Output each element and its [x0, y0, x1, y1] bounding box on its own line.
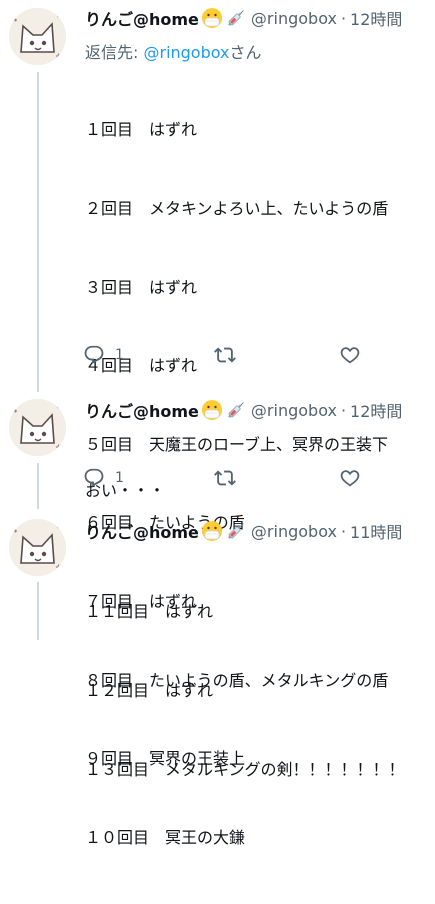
tweet-header: りんご@home @ringobox · 12時間 — [85, 397, 402, 423]
separator-dot: · — [340, 8, 347, 28]
display-name[interactable]: りんご@home — [85, 519, 199, 543]
avatar[interactable] — [9, 399, 66, 456]
cat-avatar-icon — [9, 8, 66, 65]
syringe-icon — [225, 7, 247, 29]
thread-connector-line — [37, 463, 39, 509]
cat-avatar-icon — [9, 519, 66, 576]
thread-connector-line — [37, 582, 39, 640]
reply-to-suffix: さん — [229, 43, 262, 62]
face-with-medical-mask-icon — [201, 520, 223, 542]
display-name[interactable]: りんご@home — [85, 6, 199, 30]
timestamp[interactable]: 12時間 — [350, 398, 402, 422]
face-with-medical-mask-icon — [201, 7, 223, 29]
tweet-header: りんご@home @ringobox · 12時間 — [85, 5, 402, 31]
reply-to-line: 返信先: @ringoboxさん — [85, 39, 262, 63]
tweet-text-line: １回目 はずれ — [85, 120, 198, 140]
tweet-actions: 1 — [83, 467, 361, 489]
separator-dot: · — [340, 521, 347, 541]
mention-link[interactable]: @ringobox — [143, 43, 229, 62]
reply-count: 1 — [115, 347, 124, 363]
separator-dot: · — [340, 400, 347, 420]
avatar[interactable] — [9, 8, 66, 65]
retweet-button[interactable] — [214, 344, 339, 366]
tweet-text: １１回目 はずれ １２回目 はずれ １３回目 メタルキングの剣！！！！！！！ — [85, 547, 405, 835]
reply-icon — [84, 345, 104, 364]
like-icon — [340, 347, 360, 364]
face-with-medical-mask-icon — [201, 399, 223, 421]
retweet-icon — [214, 470, 236, 486]
tweet-text-line: １２回目 はずれ — [85, 681, 214, 701]
reply-to-prefix: 返信先: — [85, 43, 144, 62]
syringe-icon — [225, 399, 247, 421]
timestamp[interactable]: 11時間 — [350, 519, 402, 543]
like-icon — [340, 470, 360, 487]
tweet-text-line: １１回目 はずれ — [85, 602, 214, 622]
display-name[interactable]: りんご@home — [85, 398, 199, 422]
thread-connector-line — [37, 72, 39, 392]
like-button[interactable] — [339, 467, 361, 489]
retweet-icon — [214, 347, 236, 363]
syringe-icon — [225, 520, 247, 542]
timestamp[interactable]: 12時間 — [350, 6, 402, 30]
reply-count: 1 — [115, 470, 124, 486]
avatar[interactable] — [9, 519, 66, 576]
cat-avatar-icon — [9, 399, 66, 456]
tweet-header: りんご@home @ringobox · 11時間 — [85, 518, 402, 544]
user-handle[interactable]: @ringobox — [251, 9, 337, 28]
tweet-text-line: ２回目 メタキンよろい上、たいようの盾 — [85, 199, 389, 219]
tweet-text-line: ３回目 はずれ — [85, 277, 198, 297]
user-handle[interactable]: @ringobox — [251, 522, 337, 541]
reply-button[interactable]: 1 — [83, 467, 214, 489]
tweet-text-line: １３回目 メタルキングの剣！！！！！！！ — [85, 759, 405, 779]
reply-icon — [84, 468, 104, 487]
retweet-button[interactable] — [214, 467, 339, 489]
tweet-actions: 1 — [83, 344, 361, 366]
reply-button[interactable]: 1 — [83, 344, 214, 366]
user-handle[interactable]: @ringobox — [251, 401, 337, 420]
like-button[interactable] — [339, 344, 361, 366]
